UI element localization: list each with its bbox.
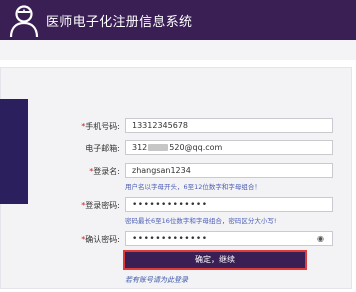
username-label: *登录名: xyxy=(89,167,120,176)
username-input[interactable]: zhangsan1234 xyxy=(125,163,333,178)
username-hint: 用户名以字母开头，6至12位数字和字母组合！ xyxy=(125,183,261,191)
app-header: 医师电子化注册信息系统 xyxy=(0,0,356,40)
login-link[interactable]: 若有账号请为此登录 xyxy=(125,275,188,285)
email-label: 电子邮箱: xyxy=(85,144,120,153)
password-label: *登录密码: xyxy=(81,201,120,210)
email-input[interactable]: 312 520@qq.com xyxy=(125,140,333,155)
sub-bar xyxy=(0,40,356,60)
password-value: ••••••••••••• xyxy=(132,200,208,210)
doctor-icon xyxy=(9,5,39,37)
email-value-prefix: 312 xyxy=(132,143,148,152)
username-value: zhangsan1234 xyxy=(132,166,191,175)
phone-input[interactable]: 13312345678 xyxy=(125,118,333,133)
side-panel xyxy=(0,99,28,204)
confirm-password-label: *确认密码: xyxy=(81,235,120,244)
eye-icon[interactable]: ◉ xyxy=(317,232,324,245)
confirm-continue-button[interactable]: 确定，继续 xyxy=(125,252,305,268)
app-title: 医师电子化注册信息系统 xyxy=(46,15,193,30)
phone-value: 13312345678 xyxy=(132,121,188,130)
phone-label: *手机号码: xyxy=(81,122,120,131)
masked-text xyxy=(148,144,169,151)
password-input[interactable]: ••••••••••••• xyxy=(125,197,333,212)
confirm-password-value: ••••••••••••• xyxy=(132,234,208,244)
confirm-password-input[interactable]: ••••••••••••• ◉ xyxy=(125,231,333,246)
password-hint: 密码最长6至16位数字和字母组合，密码区分大小写! xyxy=(125,217,277,225)
email-value-suffix: 520@qq.com xyxy=(169,143,223,152)
